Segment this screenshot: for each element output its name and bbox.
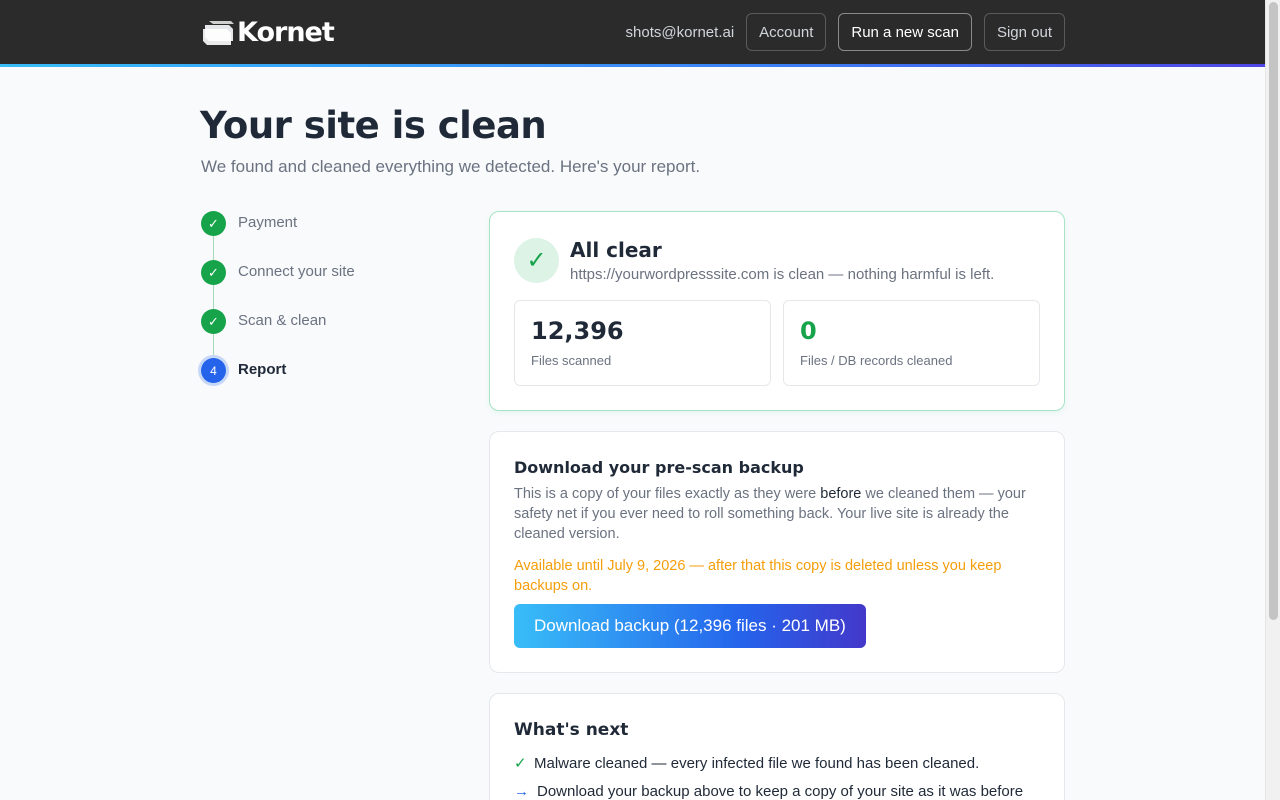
- account-button[interactable]: Account: [746, 13, 827, 51]
- page-scrollbar[interactable]: [1265, 0, 1280, 800]
- list-item-text: Malware cleaned — every infected file we…: [534, 755, 980, 772]
- arrow-right-icon: →: [514, 783, 529, 800]
- step-check-icon: ✓: [201, 260, 226, 285]
- header-nav: shots@kornet.ai Account Run a new scan S…: [626, 13, 1065, 51]
- step-number-badge: 4: [201, 358, 226, 383]
- progress-steps: ✓ Payment ✓ Connect your site ✓ Scan & c…: [201, 211, 441, 407]
- backup-expiry-warning: Available until July 9, 2026 — after tha…: [514, 558, 1002, 594]
- list-item: ✓ Malware cleaned — every infected file …: [514, 754, 1044, 774]
- top-bar: Kornet shots@kornet.ai Account Run a new…: [0, 0, 1265, 64]
- step-label: Scan & clean: [238, 312, 327, 329]
- step-scan-clean: ✓ Scan & clean: [201, 309, 441, 358]
- step-check-icon: ✓: [201, 309, 226, 334]
- result-subtitle: https://yourwordpresssite.com is clean —…: [570, 266, 995, 283]
- step-connector: [213, 334, 214, 358]
- brand-name: Kornet: [237, 16, 335, 48]
- check-icon: ✓: [514, 755, 527, 772]
- sign-out-button[interactable]: Sign out: [983, 13, 1065, 51]
- step-payment: ✓ Payment: [201, 211, 441, 260]
- next-steps-list: ✓ Malware cleaned — every infected file …: [514, 754, 1044, 800]
- stat-label: Files / DB records cleaned: [800, 353, 953, 368]
- step-report: 4 Report: [201, 358, 441, 407]
- step-label: Report: [238, 361, 287, 378]
- download-backup-button[interactable]: Download backup (12,396 files · 201 MB): [514, 604, 866, 648]
- result-card: ✓ All clear https://yourwordpresssite.co…: [489, 211, 1065, 411]
- backup-description: This is a copy of your files exactly as …: [514, 484, 1044, 544]
- step-check-icon: ✓: [201, 211, 226, 236]
- whats-next-title: What's next: [514, 720, 629, 740]
- backup-card: Download your pre-scan backup This is a …: [489, 431, 1065, 673]
- header-accent-line: [0, 64, 1265, 67]
- stat-files-cleaned: 0 Files / DB records cleaned: [783, 300, 1040, 386]
- whats-next-card: What's next ✓ Malware cleaned — every in…: [489, 693, 1065, 800]
- backup-title: Download your pre-scan backup: [514, 458, 804, 477]
- step-label: Payment: [238, 214, 298, 231]
- result-title: All clear: [570, 238, 662, 262]
- step-connect-site: ✓ Connect your site: [201, 260, 441, 309]
- stat-label: Files scanned: [531, 353, 612, 368]
- desc-text: This is a copy of your files exactly as …: [514, 486, 821, 502]
- page-subtitle: We found and cleaned everything we detec…: [201, 157, 701, 176]
- stat-value: 0: [800, 317, 817, 345]
- stat-files-scanned: 12,396 Files scanned: [514, 300, 771, 386]
- step-connector: [213, 236, 214, 260]
- logo-mark-icon: [201, 17, 235, 47]
- run-new-scan-button[interactable]: Run a new scan: [838, 13, 972, 51]
- step-connector: [213, 285, 214, 309]
- scrollbar-thumb[interactable]: [1269, 2, 1278, 620]
- check-circle-icon: ✓: [514, 238, 559, 283]
- stat-value: 12,396: [531, 317, 624, 345]
- list-item-text: Download your backup above to keep a cop…: [537, 783, 1024, 800]
- desc-emphasis: before: [820, 486, 862, 502]
- brand-logo[interactable]: Kornet: [201, 16, 335, 48]
- list-item: → Download your backup above to keep a c…: [514, 782, 1044, 800]
- user-email: shots@kornet.ai: [625, 23, 735, 41]
- page-title: Your site is clean: [200, 104, 547, 147]
- step-label: Connect your site: [238, 263, 355, 280]
